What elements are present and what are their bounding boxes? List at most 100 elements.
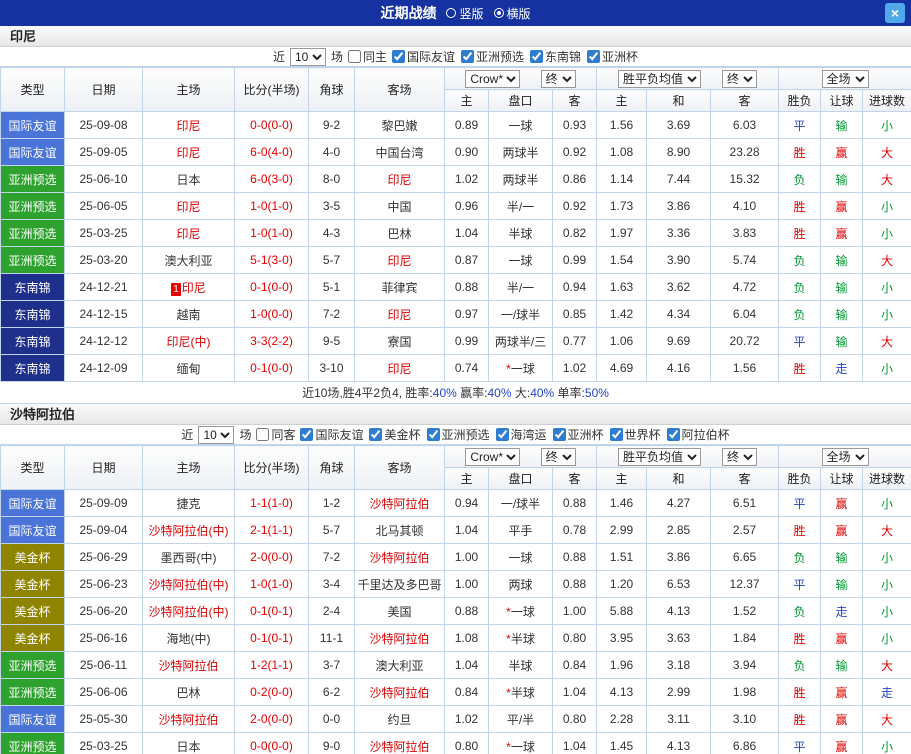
asian-final-select[interactable]: 终 (540, 69, 576, 88)
competition-checkbox[interactable] (609, 428, 623, 441)
result-outcome: 胜 (778, 678, 822, 706)
euro-final-select[interactable]: 终 (722, 69, 758, 88)
away-favorite-star: * (506, 739, 511, 754)
away-team-cell: 沙特阿拉伯 (354, 732, 445, 754)
home-team: 缅甸 (176, 361, 201, 376)
match-count-select[interactable]: 10 (198, 425, 235, 444)
match-date: 25-06-06 (64, 678, 143, 706)
competition-checkbox[interactable] (495, 428, 509, 441)
match-date: 25-09-08 (64, 111, 143, 139)
competition-label: 亚洲杯 (567, 428, 604, 442)
competition-checkbox[interactable] (300, 428, 314, 441)
competition-filter-item[interactable]: 海湾运 (495, 426, 547, 443)
odds-away: 6.03 (710, 111, 780, 139)
ah-handicap: 两球半 (488, 165, 553, 193)
close-button[interactable]: × (885, 3, 905, 23)
same-side-filter[interactable]: 同主 (347, 48, 387, 65)
ah-handicap: 半球 (488, 219, 553, 247)
competition-checkbox[interactable] (587, 50, 601, 63)
home-team-cell: 日本 (142, 165, 235, 193)
competition-filters: 国际友谊 亚洲预选 东南锦 亚洲杯 (391, 48, 638, 65)
same-side-checkbox[interactable] (347, 50, 361, 63)
competition-type-badge: 亚洲预选 (0, 246, 65, 274)
ah-home-odds: 0.97 (444, 300, 489, 328)
away-team-cell: 寮国 (354, 327, 445, 355)
score: 1-0(1-0) (234, 219, 309, 247)
euro-odds-select[interactable]: 胜平负均值 (618, 69, 702, 88)
competition-type-badge: 国际友谊 (0, 111, 65, 139)
competition-checkbox[interactable] (391, 50, 405, 63)
odds-home: 1.46 (596, 489, 648, 517)
match-date: 25-09-04 (64, 516, 143, 544)
away-team-cell: 美国 (354, 597, 445, 625)
competition-filter-item[interactable]: 亚洲预选 (461, 48, 524, 65)
away-team-cell: 千里达及多巴哥 (354, 570, 445, 598)
ah-home-odds: 0.74 (444, 354, 489, 382)
competition-label: 美金杯 (384, 428, 421, 442)
radio-vertical[interactable]: 竖版 (446, 5, 484, 22)
result-handicap: 走 (820, 354, 864, 382)
competition-filter-item[interactable]: 国际友谊 (391, 48, 455, 65)
home-team: 捷克 (176, 496, 201, 511)
competition-checkbox[interactable] (426, 428, 440, 441)
ah-home-odds: 1.02 (444, 705, 489, 733)
scope-select[interactable]: 全场 (821, 447, 869, 466)
competition-label: 阿拉伯杯 (681, 428, 730, 442)
col-date-header: 日期 (64, 445, 143, 490)
competition-checkbox[interactable] (530, 50, 544, 63)
home-team: 日本 (176, 172, 201, 187)
competition-filter-item[interactable]: 亚洲预选 (426, 426, 490, 443)
competition-filter-item[interactable]: 世界杯 (609, 426, 661, 443)
ah-home-odds: 1.04 (444, 651, 489, 679)
col-euro-draw-header: 和 (646, 467, 712, 490)
col-ah-away-header: 客 (551, 467, 598, 490)
summary-text: 50% (584, 386, 609, 400)
competition-filter-item[interactable]: 美金杯 (369, 426, 421, 443)
competition-type-badge: 国际友谊 (0, 138, 65, 166)
competition-checkbox[interactable] (461, 50, 474, 63)
radio-unchecked-icon (446, 8, 457, 18)
odds-company-select[interactable]: Crow* (465, 69, 521, 88)
radio-horizontal[interactable]: 横版 (493, 5, 531, 22)
odds-draw: 3.11 (646, 705, 712, 733)
result-handicap: 输 (820, 273, 864, 301)
competition-checkbox[interactable] (666, 428, 680, 441)
home-team: 沙特阿拉伯(中) (148, 523, 229, 538)
same-side-checkbox[interactable] (256, 428, 270, 441)
filter-bar: 近 10 场 同主 国际友谊 亚洲预选 东南锦 亚洲杯 (0, 47, 911, 67)
competition-filter-item[interactable]: 国际友谊 (300, 426, 363, 443)
home-team-cell: 墨西哥(中) (142, 543, 235, 571)
match-count-select[interactable]: 10 (289, 47, 326, 66)
match-date: 25-06-29 (64, 543, 143, 571)
competition-filter-item[interactable]: 亚洲杯 (552, 426, 604, 443)
away-team: 印尼 (387, 361, 412, 376)
euro-odds-select[interactable]: 胜平负均值 (618, 447, 702, 466)
odds-company-select[interactable]: Crow* (465, 447, 521, 466)
competition-checkbox[interactable] (552, 428, 566, 441)
away-team-cell: 沙特阿拉伯 (354, 489, 445, 517)
home-team: 越南 (176, 307, 201, 322)
competition-checkbox[interactable] (369, 428, 383, 441)
euro-final-select[interactable]: 终 (722, 447, 758, 466)
result-goals: 小 (862, 111, 911, 139)
competition-label: 世界杯 (624, 428, 661, 442)
competition-filter-item[interactable]: 亚洲杯 (587, 48, 638, 65)
same-side-filter[interactable]: 同客 (256, 426, 295, 443)
result-outcome: 平 (778, 327, 822, 355)
home-team-cell: 越南 (142, 300, 235, 328)
competition-filter-item[interactable]: 东南锦 (530, 48, 581, 65)
score: 3-3(2-2) (234, 327, 309, 355)
page-title: 近期战绩 (380, 5, 437, 21)
corner-score: 3-10 (308, 354, 355, 382)
result-goals: 小 (862, 732, 911, 754)
asian-final-select[interactable]: 终 (540, 447, 576, 466)
scope-select[interactable]: 全场 (821, 69, 869, 88)
competition-type-badge: 亚洲预选 (0, 192, 65, 220)
match-date: 24-12-09 (64, 354, 143, 382)
competition-filter-item[interactable]: 阿拉伯杯 (666, 426, 730, 443)
odds-away: 6.04 (710, 300, 780, 328)
away-team-cell: 沙特阿拉伯 (354, 543, 445, 571)
match-row: 亚洲预选 25-06-06 巴林 0-2(0-0) 6-2 沙特阿拉伯 0.84 *半球 1.0… (0, 678, 911, 706)
result-outcome: 胜 (778, 624, 822, 652)
odds-draw: 4.34 (646, 300, 712, 328)
